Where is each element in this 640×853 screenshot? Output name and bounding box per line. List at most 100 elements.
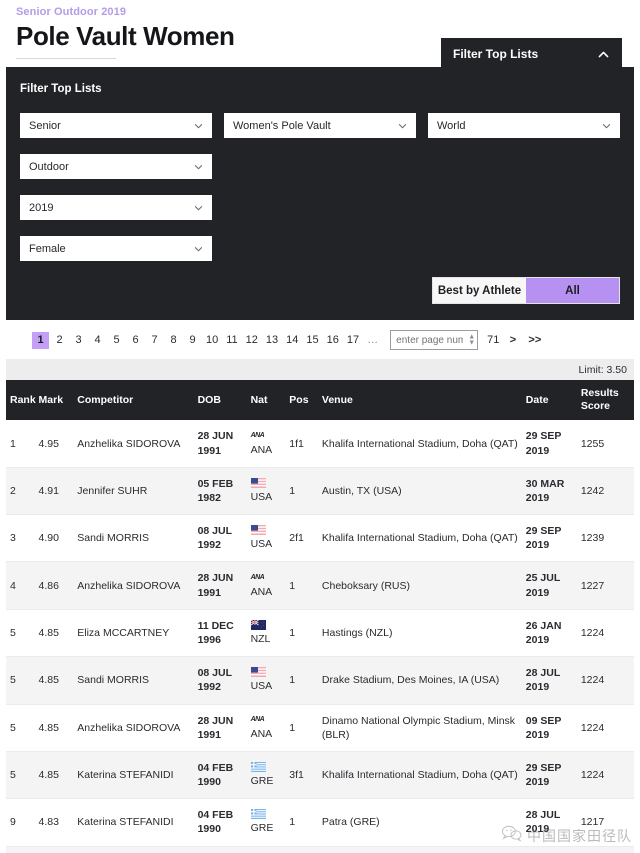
cell-nat: NZL [246,609,286,658]
page-button-9[interactable]: 9 [184,332,201,349]
filter-top-lists-tab[interactable]: Filter Top Lists [441,38,622,70]
cell-rank: 5 [6,656,35,705]
page-button-7[interactable]: 7 [146,332,163,349]
all-button[interactable]: All [526,278,619,304]
cell-venue[interactable]: Dinamo National Olympic Stadium, Minsk (… [317,704,522,752]
col-results-score[interactable]: Results Score [576,380,634,421]
cell-competitor[interactable]: Jennifer SUHR [73,467,194,516]
cell-competitor[interactable]: Sandi MORRIS [73,656,194,705]
cell-venue[interactable]: Boudewijnstadion, Bruxelles (BEL) [317,846,522,853]
page-button-10[interactable]: 10 [203,332,221,349]
ana-mark-icon: ANA [250,573,265,581]
table-row[interactable]: 94.83Katerina STEFANIDI04 FEB1990GRE1Bou… [6,846,634,853]
col-competitor[interactable]: Competitor [73,380,194,421]
page-button-15[interactable]: 15 [303,332,321,349]
page-button-16[interactable]: 16 [324,332,342,349]
col-dob[interactable]: DOB [193,380,247,421]
cell-dob: 28 JUN 1991 [193,704,247,752]
cell-date: 29 SEP 2019 [521,751,577,800]
cell-date: 26 JAN 2019 [521,609,577,658]
cell-competitor[interactable]: Katerina STEFANIDI [73,846,194,853]
page-button-6[interactable]: 6 [127,332,144,349]
table-row[interactable]: 3 4.90 Sandi MORRIS 08 JUL 1992 USA 2f1 Khalifa… [6,514,634,563]
page-button-12[interactable]: 12 [243,332,261,349]
best-by-athlete-button[interactable]: Best by Athlete [433,278,526,304]
cell-rank: 4 [6,561,35,610]
age-category-value: Senior [29,119,61,132]
table-row[interactable]: 5 4.85 Sandi MORRIS 08 JUL 1992 USA 1 Drake Sta… [6,656,634,705]
cell-venue[interactable]: Hastings (NZL) [317,609,522,658]
chevron-up-icon [597,48,610,61]
page-button-1[interactable]: 1 [32,331,49,349]
page-button-14[interactable]: 14 [283,332,301,349]
ana-flag: ANA [251,573,265,583]
season-year-select[interactable]: 2019 [20,195,212,221]
limit-bar: Limit: 3.50 [6,359,634,381]
table-row[interactable]: 2 4.91 Jennifer SUHR 05 FEB 1982 USA 1 Austin, … [6,467,634,516]
gender-select[interactable]: Female [20,236,212,262]
cell-pos: 2f1 [285,514,318,563]
nat-code: USA [250,680,273,693]
cell-rank: 1 [6,420,35,468]
cell-mark: 4.90 [34,514,74,563]
page-button-3[interactable]: 3 [70,332,87,349]
cell-venue[interactable]: Khalifa International Stadium, Doha (QAT… [317,420,522,468]
col-date[interactable]: Date [521,380,577,421]
breadcrumb[interactable]: Senior Outdoor 2019 [16,6,624,21]
cell-pos: 1 [285,656,318,705]
number-spinner-icon[interactable]: ▲ ▼ [468,334,475,347]
nat-code: USA [250,490,273,503]
cell-results-score: 1255 [576,420,634,468]
cell-venue[interactable]: Patra (GRE) [317,798,522,847]
cell-competitor[interactable]: Anzhelika SIDOROVA [73,561,194,610]
col-rank[interactable]: Rank [6,380,36,421]
table-row[interactable]: 5 4.85 Eliza MCCARTNEY 11 DEC 1996 NZL 1 Hastin… [6,609,634,658]
page-button-13[interactable]: 13 [263,332,281,349]
ana-flag: ANA [251,715,265,725]
cell-nat: USA [246,514,286,563]
cell-competitor[interactable]: Sandi MORRIS [73,514,194,563]
cell-competitor[interactable]: Katerina STEFANIDI [73,751,194,800]
page-button-4[interactable]: 4 [89,332,106,349]
cell-venue[interactable]: Khalifa International Stadium, Doha (QAT… [317,751,522,800]
cell-venue[interactable]: Cheboksary (RUS) [317,561,522,610]
cell-nat: ANA ANA [246,561,286,610]
cell-nat: GRE [246,798,286,847]
next-page-button[interactable]: > [504,332,521,349]
cell-pos: 1 [285,561,318,610]
nat-flag-group: GRE [250,761,282,788]
col-pos[interactable]: Pos [285,380,318,421]
filter-row-4: Female [20,236,620,262]
environment-select[interactable]: Outdoor [20,154,212,180]
page-button-17[interactable]: 17 [344,332,362,349]
cell-competitor[interactable]: Anzhelika SIDOROVA [73,704,194,752]
table-row[interactable]: 9 4.83 Katerina STEFANIDI 04 FEB 1990 GRE 1 Pat… [6,798,634,847]
nat-code: ANA [250,443,273,456]
cell-venue[interactable]: Drake Stadium, Des Moines, IA (USA) [317,656,522,705]
cell-venue[interactable]: Khalifa International Stadium, Doha (QAT… [317,514,522,563]
cell-competitor[interactable]: Eliza MCCARTNEY [73,609,194,658]
table-row[interactable]: 4 4.86 Anzhelika SIDOROVA 28 JUN 1991 ANA ANA 1… [6,561,634,610]
page-number-input[interactable] [390,330,479,351]
table-row[interactable]: 5 4.85 Katerina STEFANIDI 04 FEB 1990 GRE 3f1 K… [6,751,634,800]
age-category-select[interactable]: Senior [20,113,212,139]
cell-mark: 4.83 [34,846,74,853]
table-row[interactable]: 1 4.95 Anzhelika SIDOROVA 28 JUN 1991 ANA ANA 1… [6,420,634,468]
page-button-8[interactable]: 8 [165,332,182,349]
region-select[interactable]: World [428,113,620,139]
cell-competitor[interactable]: Katerina STEFANIDI [73,798,194,847]
cell-competitor[interactable]: Anzhelika SIDOROVA [73,420,194,468]
cell-venue[interactable]: Austin, TX (USA) [317,467,522,516]
discipline-select[interactable]: Women's Pole Vault [224,113,416,139]
col-venue[interactable]: Venue [317,380,522,421]
col-nat[interactable]: Nat [246,380,286,421]
cell-pos: 1 [285,704,318,752]
table-row[interactable]: 5 4.85 Anzhelika SIDOROVA 28 JUN 1991 ANA ANA 1… [6,704,634,752]
page-button-11[interactable]: 11 [223,332,240,349]
cell-dob: 04 FEB1990 [193,751,247,800]
page-button-last-number[interactable]: 71 [484,332,502,349]
page-button-2[interactable]: 2 [51,332,68,349]
last-page-button[interactable]: >> [523,332,546,349]
col-mark[interactable]: Mark [34,380,74,421]
page-button-5[interactable]: 5 [108,332,125,349]
